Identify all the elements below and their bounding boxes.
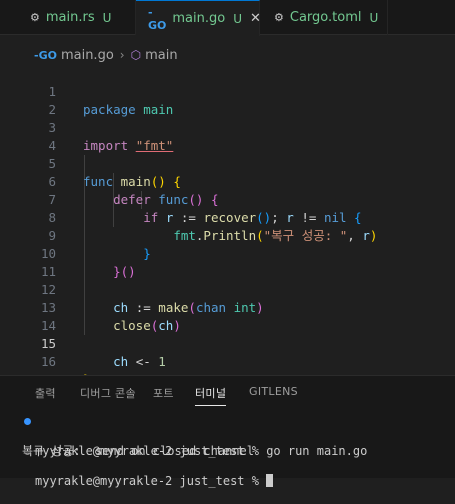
command-success-icon[interactable] — [24, 418, 31, 425]
code-line: 17 — [0, 353, 455, 387]
code-line: 16 } — [0, 335, 455, 387]
command-pending-icon[interactable] — [24, 448, 31, 455]
editor-tab-bar: ⚙ main.rs U -GO main.go U ✕ ⚙ Cargo.toml… — [0, 0, 455, 36]
code-line: 9 } — [0, 209, 455, 261]
breadcrumb: -GO main.go › ⬡ main — [0, 44, 455, 66]
tab-label: main.rs — [45, 10, 95, 25]
code-line: 3 import "fmt" — [0, 101, 455, 153]
tab-ports[interactable]: 포트 — [153, 385, 174, 401]
code-line: 12 ch := make(chan int) — [0, 263, 455, 315]
tab-main-go[interactable]: -GO main.go U ✕ — [136, 0, 261, 36]
code-line: 11 — [0, 245, 455, 279]
bottom-panel: 출력 디버그 콘솔 포트 터미널 GITLENS myyrakle@myyrak… — [0, 375, 455, 488]
go-file-icon: -GO — [34, 48, 57, 62]
tab-output[interactable]: 출력 — [35, 385, 56, 401]
tab-label: main.go — [172, 11, 226, 26]
gear-icon: ⚙ — [274, 11, 284, 24]
code-line: 5 func main() { — [0, 137, 455, 189]
breadcrumb-file[interactable]: main.go — [61, 48, 114, 63]
go-icon: -GO — [148, 5, 167, 32]
untracked-badge: U — [102, 10, 112, 25]
code-line: 6 defer func() { — [0, 155, 455, 207]
untracked-badge: U — [369, 10, 379, 25]
code-line: 7 if r := recover(); r != nil { — [0, 173, 455, 225]
chevron-right-icon: › — [119, 48, 125, 62]
terminal-prompt: myyrakle@myyrakle-2 just_test % — [0, 444, 455, 488]
code-line: 10 }() — [0, 227, 455, 279]
code-line: 4 — [0, 119, 455, 153]
code-line: 8 fmt.Println("복구 성공: ", r) — [0, 191, 455, 243]
tab-debug-console[interactable]: 디버그 콘솔 — [80, 385, 136, 401]
terminal-line: 복구 성공: send on closed channel — [22, 444, 255, 458]
code-line: 14 — [0, 299, 455, 333]
untracked-badge: U — [233, 11, 242, 26]
terminal-cursor — [266, 474, 274, 487]
code-line-current: 15 ch <- 1 — [0, 317, 455, 369]
tab-cargo-toml[interactable]: ⚙ Cargo.toml U — [260, 0, 388, 35]
code-line: 1 package main — [0, 65, 455, 117]
cube-icon: ⬡ — [130, 48, 142, 62]
terminal-line: myyrakle@myyrakle-2 just_test % go run m… — [0, 414, 455, 458]
rust-icon: ⚙ — [30, 11, 40, 24]
code-editor[interactable]: 1 package main 2 3 import "fmt" 4 5 func… — [0, 65, 455, 387]
panel-tabs: 출력 디버그 콘솔 포트 터미널 GITLENS — [0, 376, 455, 408]
code-line: 2 — [0, 83, 455, 117]
tab-gitlens[interactable]: GITLENS — [249, 385, 298, 398]
code-line: 13 close(ch) — [0, 281, 455, 333]
tab-label: Cargo.toml — [289, 10, 362, 25]
tab-terminal[interactable]: 터미널 — [195, 385, 227, 406]
breadcrumb-symbol[interactable]: main — [145, 48, 177, 63]
tab-main-rs[interactable]: ⚙ main.rs U — [18, 0, 136, 35]
